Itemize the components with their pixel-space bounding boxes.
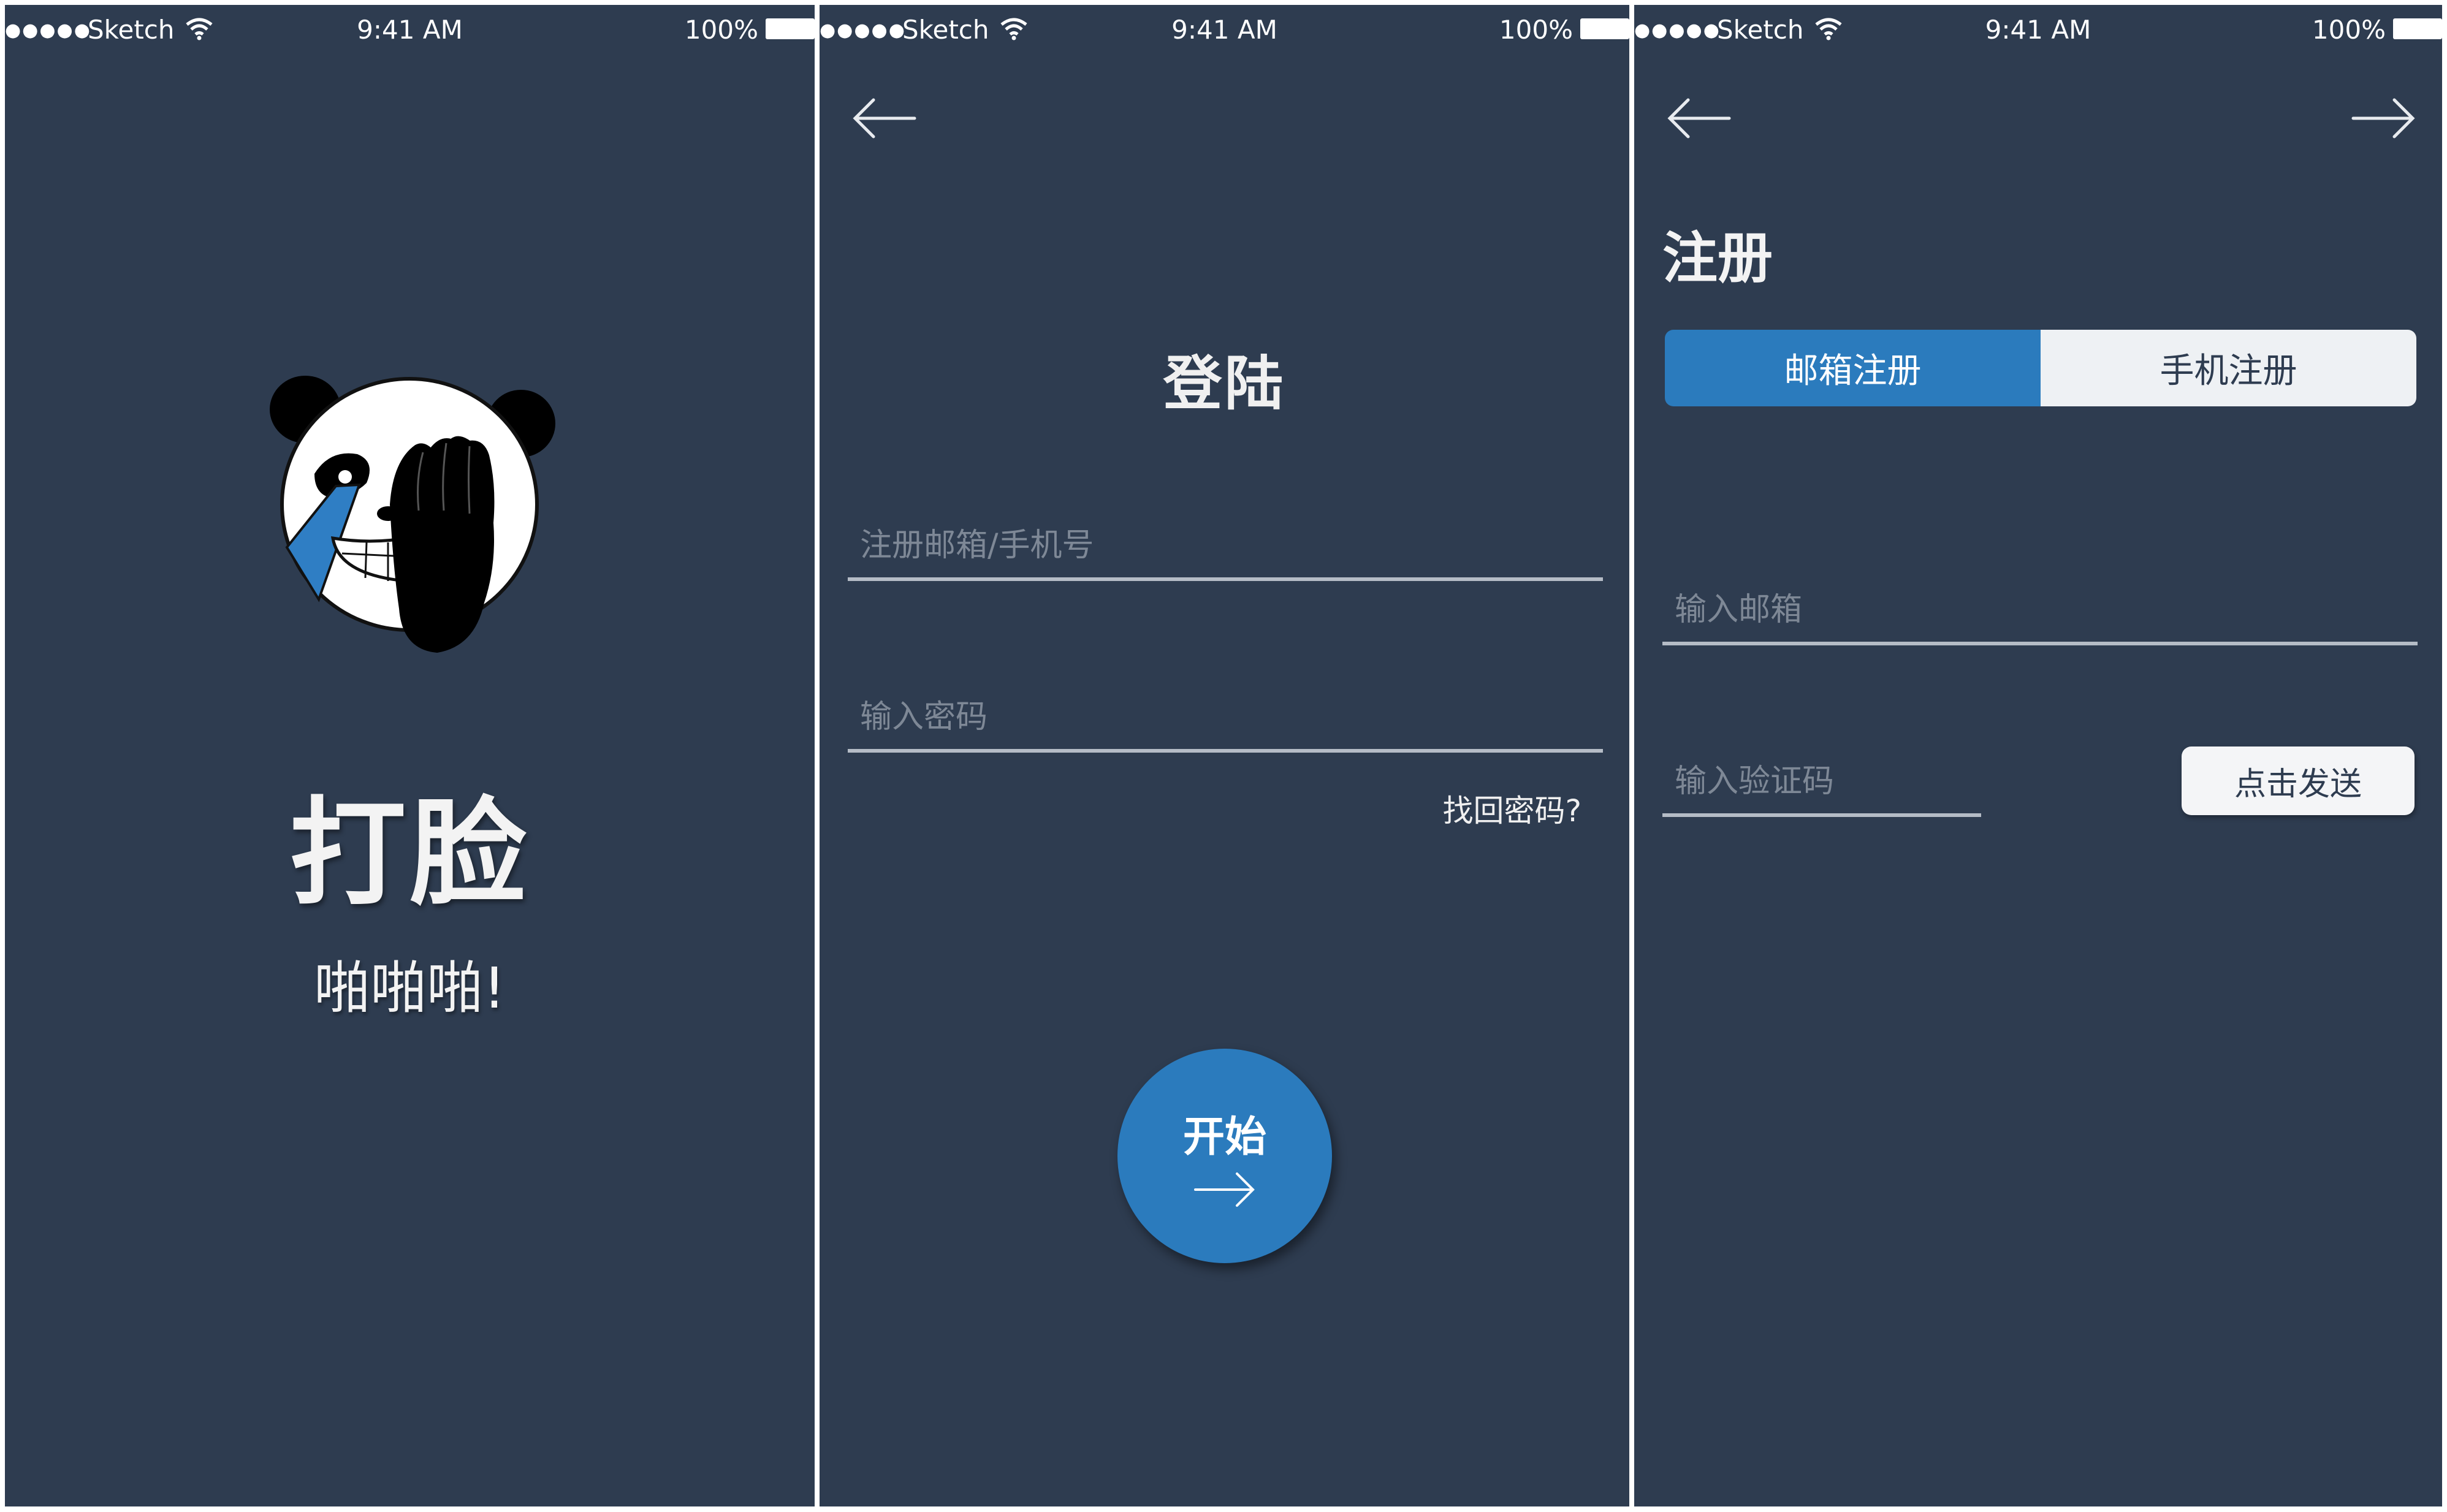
tab-phone-register[interactable]: 手机注册 (2041, 330, 2416, 406)
send-code-button[interactable]: 点击发送 (2182, 747, 2415, 815)
app-tagline: 啪啪啪! (314, 955, 506, 1021)
page-title: 注册 (1662, 226, 1773, 291)
account-input[interactable] (848, 514, 1603, 577)
panda-facepalm-icon (270, 376, 555, 653)
register-method-tabs: 邮箱注册 手机注册 (1665, 330, 2416, 406)
password-field (848, 685, 1603, 753)
login-screen: ●●●●● Sketch 9:41 AM 100% 登陆 找回密码? 开始 (820, 5, 1629, 1506)
status-bar: ●●●●● Sketch 9:41 AM 100% (820, 5, 1629, 60)
email-field (1662, 578, 2418, 645)
arrow-right-icon (1194, 1172, 1255, 1207)
back-arrow-icon[interactable] (1665, 97, 1732, 140)
email-input[interactable] (1662, 578, 2418, 642)
password-input[interactable] (848, 685, 1603, 749)
status-bar: ●●●●● Sketch 9:41 AM 100% (5, 5, 815, 60)
forgot-password-link[interactable]: 找回密码? (1442, 786, 1581, 830)
register-screen: ●●●●● Sketch 9:41 AM 100% 注册 邮箱注册 手机注册 点… (1634, 5, 2442, 1506)
page-title: 登陆 (1163, 349, 1286, 418)
forward-arrow-icon[interactable] (2350, 97, 2418, 140)
battery-icon (2393, 18, 2442, 39)
battery-percentage: 100% (2312, 15, 2386, 45)
splash-screen: ●●●●● Sketch 9:41 AM 100% 打脸 啪啪啪! (5, 5, 815, 1506)
verification-code-field (1662, 750, 1981, 817)
battery-icon (1580, 18, 1629, 39)
tab-email-register[interactable]: 邮箱注册 (1665, 330, 2041, 406)
battery-icon (766, 18, 815, 39)
app-title: 打脸 (289, 786, 530, 921)
status-bar: ●●●●● Sketch 9:41 AM 100% (1634, 5, 2442, 60)
back-arrow-icon[interactable] (850, 97, 918, 140)
verification-code-input[interactable] (1662, 750, 1981, 813)
start-button[interactable]: 开始 (1117, 1049, 1332, 1263)
battery-percentage: 100% (684, 15, 758, 45)
battery-percentage: 100% (1499, 15, 1573, 45)
account-field (848, 514, 1603, 581)
start-button-label: 开始 (1182, 1113, 1266, 1161)
